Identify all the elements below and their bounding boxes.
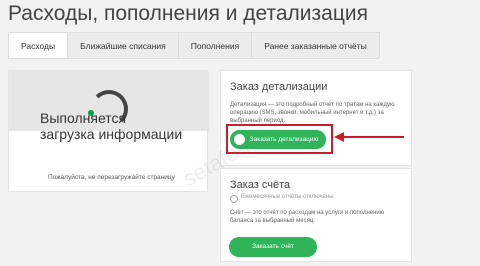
loading-title: Выполняется загрузка информации [40, 110, 182, 142]
tab-previous-reports[interactable]: Ранее заказанные отчёты [251, 32, 380, 58]
monthly-reports-checkbox[interactable] [230, 195, 238, 203]
detail-order-description: Детализация — это подробный отчёт по тра… [230, 102, 395, 124]
loading-subtitle: Пожалуйста, не перезагружайте страницу [48, 174, 175, 181]
arrow-left-icon [334, 132, 404, 142]
tab-bar: Расходы Ближайшие списания Пополнения Ра… [8, 32, 380, 59]
invoice-order-title: Заказ счёта [230, 179, 291, 191]
loading-title-line1: Выполняется [40, 110, 127, 126]
loading-title-line2: загрузка информации [40, 126, 183, 142]
order-invoice-button[interactable]: Заказать счёт [229, 237, 317, 257]
tab-expenses[interactable]: Расходы [8, 32, 69, 58]
tab-upcoming-charges[interactable]: Ближайшие списания [67, 32, 179, 58]
invoice-order-description: Счёт — это отчёт по расходам на услуги и… [230, 210, 385, 224]
detail-order-title: Заказ детализации [230, 81, 328, 93]
tab-top-ups[interactable]: Пополнения [177, 32, 253, 58]
page-title: Расходы, пополнения и детализация [8, 2, 368, 25]
monthly-reports-label: Ежемесячные отчёты отключены [241, 194, 334, 200]
